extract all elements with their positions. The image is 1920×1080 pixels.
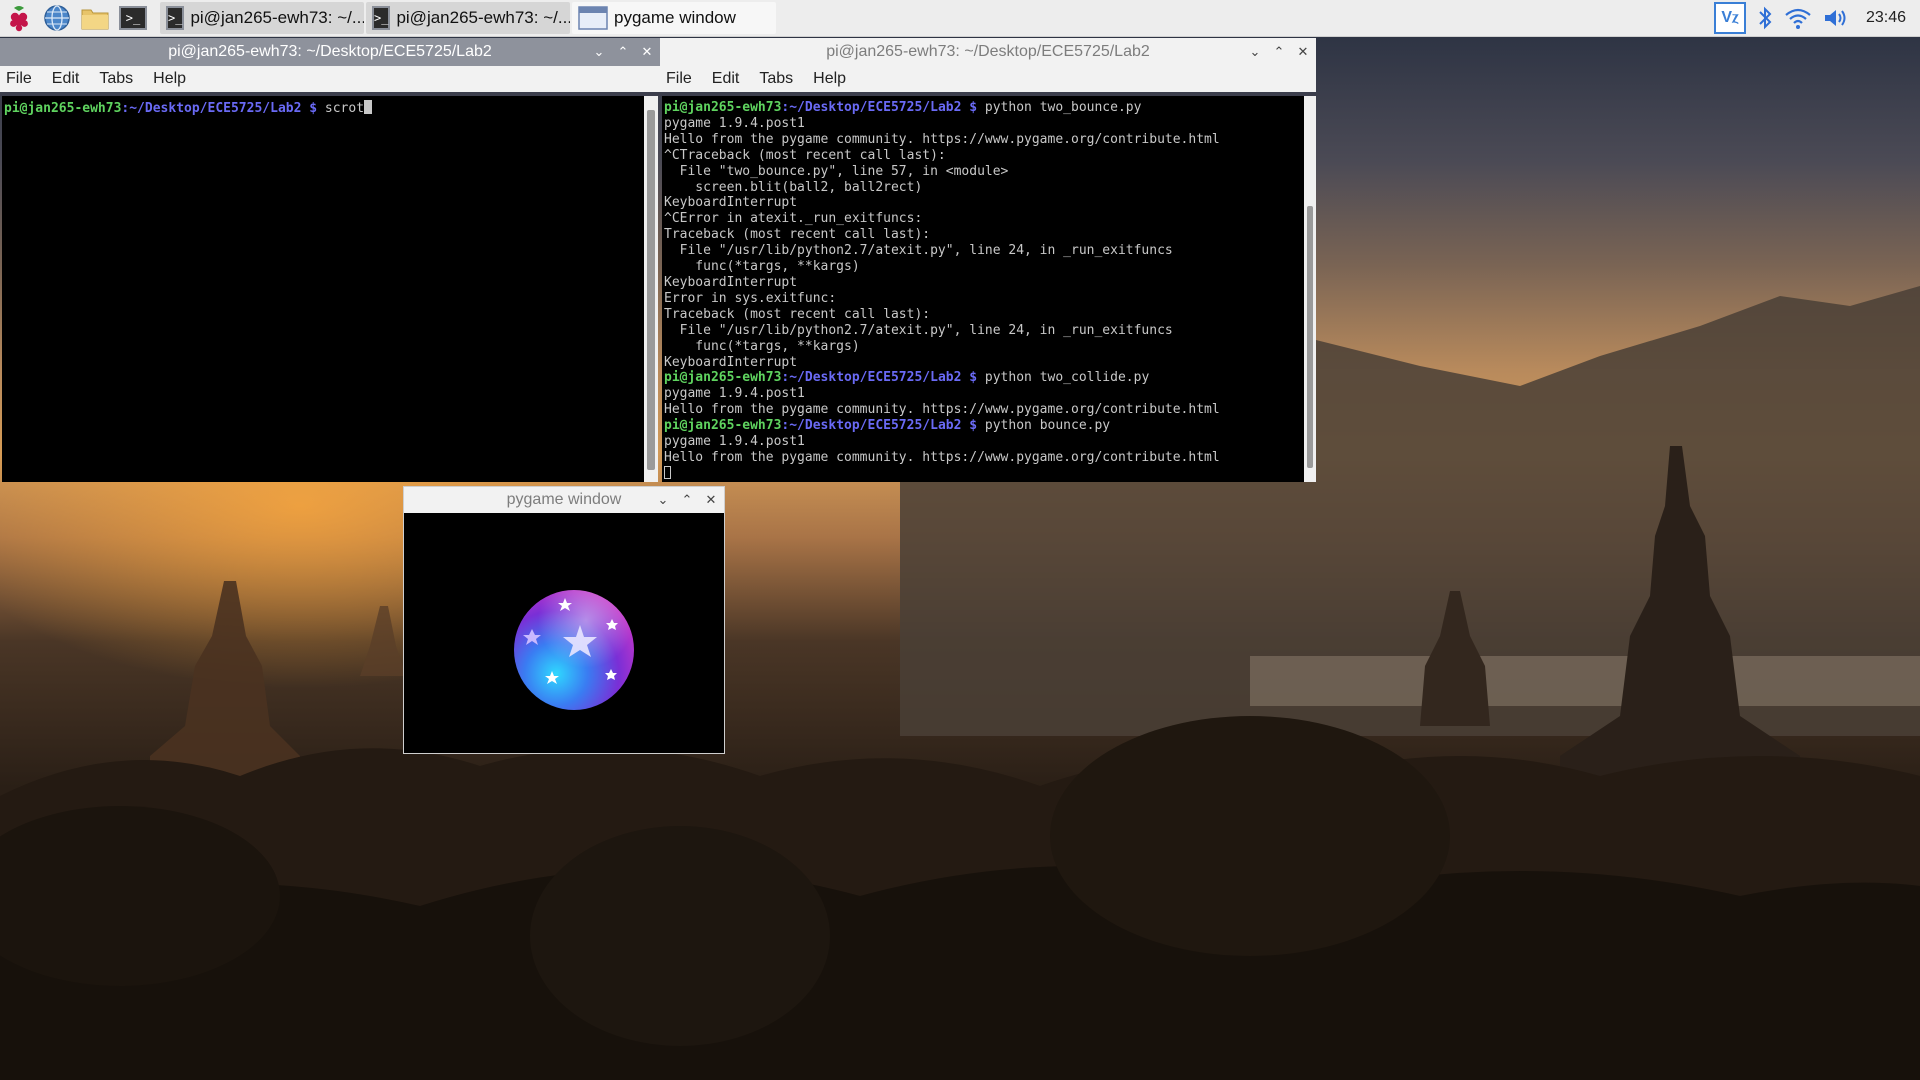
terminal-icon: >_ [119, 6, 147, 30]
scroll-thumb[interactable] [647, 110, 655, 470]
close-button[interactable]: ✕ [640, 44, 654, 59]
window-icon [578, 6, 608, 30]
text-cursor [664, 465, 671, 479]
vnc-icon: Vⲍ [1721, 9, 1739, 26]
minimize-button[interactable]: ⌄ [656, 492, 670, 507]
prompt-user: pi@jan265-ewh73 [664, 370, 782, 386]
prompt-path: :~/Desktop/ECE5725/Lab2 $ [781, 418, 985, 434]
terminal-icon: >_ [166, 6, 185, 30]
window-titlebar[interactable]: pi@jan265-ewh73: ~/Desktop/ECE5725/Lab2 … [0, 38, 660, 66]
prompt-path: :~/Desktop/ECE5725/Lab2 $ [781, 370, 985, 386]
terminal-output-line: KeyboardInterrupt [664, 354, 798, 370]
terminal-output-line: Hello from the pygame community. https:/… [664, 131, 1220, 147]
folder-icon [81, 9, 109, 30]
prompt-path: :~/Desktop/ECE5725/Lab2 $ [781, 100, 985, 115]
raspberry-icon [10, 6, 28, 32]
terminal-prompt-line: pi@jan265-ewh73:~/Desktop/ECE5725/Lab2 $… [664, 100, 1302, 116]
pygame-canvas[interactable] [404, 513, 724, 753]
terminal-output-line: pygame 1.9.4.post1 [664, 115, 805, 131]
menu-tabs[interactable]: Tabs [99, 70, 133, 88]
menubar: File Edit Tabs Help [660, 66, 1316, 92]
task-label: pygame window [614, 8, 736, 27]
terminal-output-line: File "/usr/lib/python2.7/atexit.py", lin… [664, 243, 1173, 259]
terminal-output-line: File "two_bounce.py", line 57, in <modul… [664, 163, 1009, 179]
close-button[interactable]: ✕ [1296, 44, 1310, 59]
maximize-button[interactable]: ⌃ [680, 492, 694, 507]
web-browser-launcher[interactable] [38, 0, 76, 36]
command-text: python bounce.py [984, 418, 1111, 434]
menubar: File Edit Tabs Help [0, 66, 660, 92]
task-label: pi@jan265-ewh73: ~/... [190, 8, 364, 27]
terminal-launcher[interactable]: >_ [114, 0, 152, 36]
maximize-button[interactable]: ⌃ [1272, 44, 1286, 59]
task-label: pi@jan265-ewh73: ~/... [396, 8, 570, 27]
terminal-output-line: func(*targs, **kargs) [664, 259, 860, 275]
window-titlebar[interactable]: pygame window ⌄ ⌃ ✕ [404, 487, 724, 513]
menu-file[interactable]: File [6, 70, 32, 88]
terminal-prompt-line: pi@jan265-ewh73:~/Desktop/ECE5725/Lab2 $… [664, 370, 1302, 386]
terminal-output-line: ^CError in atexit._run_exitfuncs: [664, 211, 923, 227]
window-title: pygame window [506, 491, 622, 508]
terminal-output-line: Traceback (most recent call last): [664, 306, 931, 322]
raspberry-menu-button[interactable] [0, 0, 38, 36]
system-tray: Vⲍ 23:46 [1713, 0, 1920, 36]
taskbar: >_ >_ pi@jan265-ewh73: ~/... >_ pi@jan26… [0, 0, 1920, 37]
menu-help[interactable]: Help [153, 70, 186, 88]
vnc-tray-button[interactable]: Vⲍ [1713, 2, 1746, 34]
command-text: scrot [324, 101, 365, 116]
menu-edit[interactable]: Edit [52, 70, 80, 88]
scrollbar[interactable] [644, 96, 658, 482]
globe-icon [44, 5, 70, 31]
terminal-output-line: Traceback (most recent call last): [664, 227, 931, 243]
bluetooth-icon[interactable] [1756, 4, 1774, 32]
close-button[interactable]: ✕ [704, 492, 718, 507]
command-text: python two_collide.py [984, 370, 1150, 386]
window-title: pi@jan265-ewh73: ~/Desktop/ECE5725/Lab2 [168, 43, 492, 60]
menu-tabs[interactable]: Tabs [759, 70, 793, 88]
taskbar-task-terminal-1[interactable]: >_ pi@jan265-ewh73: ~/... [160, 2, 364, 34]
terminal-window-right: pi@jan265-ewh73: ~/Desktop/ECE5725/Lab2 … [660, 38, 1316, 484]
wifi-icon[interactable] [1784, 6, 1812, 30]
menu-edit[interactable]: Edit [712, 70, 740, 88]
scrollbar[interactable] [1304, 96, 1316, 482]
terminal-output[interactable]: pi@jan265-ewh73:~/Desktop/ECE5725/Lab2 $… [662, 96, 1304, 482]
scroll-thumb[interactable] [1307, 206, 1313, 468]
terminal-cursor-line [664, 465, 1302, 482]
menu-help[interactable]: Help [813, 70, 846, 88]
taskbar-task-terminal-2[interactable]: >_ pi@jan265-ewh73: ~/... [366, 2, 570, 34]
maximize-button[interactable]: ⌃ [616, 44, 630, 59]
prompt-user: pi@jan265-ewh73 [4, 101, 122, 116]
terminal-output-line: func(*targs, **kargs) [664, 338, 860, 354]
terminal-output-line: Error in sys.exitfunc: [664, 290, 837, 306]
minimize-button[interactable]: ⌄ [1248, 44, 1262, 59]
command-text: python two_bounce.py [984, 100, 1142, 115]
prompt-path: :~/Desktop/ECE5725/Lab2 $ [121, 101, 325, 116]
terminal-output-line: pygame 1.9.4.post1 [664, 434, 805, 450]
minimize-button[interactable]: ⌄ [592, 44, 606, 59]
clock[interactable]: 23:46 [1866, 9, 1906, 27]
terminal-window-left: pi@jan265-ewh73: ~/Desktop/ECE5725/Lab2 … [0, 38, 660, 484]
terminal-output-line: ^CTraceback (most recent call last): [664, 147, 946, 163]
volume-icon[interactable] [1822, 6, 1850, 30]
terminal-icon: >_ [372, 6, 391, 30]
terminal-output-line: KeyboardInterrupt [664, 274, 798, 290]
taskbar-task-pygame[interactable]: pygame window [572, 2, 776, 34]
ball-sprite [514, 590, 634, 710]
window-titlebar[interactable]: pi@jan265-ewh73: ~/Desktop/ECE5725/Lab2 … [660, 38, 1316, 66]
text-cursor [364, 100, 373, 114]
terminal-output[interactable]: pi@jan265-ewh73:~/Desktop/ECE5725/Lab2 $… [2, 96, 644, 482]
terminal-output-line: Hello from the pygame community. https:/… [664, 402, 1220, 418]
pygame-window: pygame window ⌄ ⌃ ✕ [403, 486, 725, 754]
terminal-output-line: pygame 1.9.4.post1 [664, 386, 805, 402]
file-manager-launcher[interactable] [76, 0, 114, 36]
prompt-user: pi@jan265-ewh73 [664, 418, 782, 434]
terminal-prompt-line: pi@jan265-ewh73:~/Desktop/ECE5725/Lab2 $… [664, 418, 1302, 434]
terminal-output-line: Hello from the pygame community. https:/… [664, 449, 1220, 465]
terminal-output-line: screen.blit(ball2, ball2rect) [664, 179, 923, 195]
window-title: pi@jan265-ewh73: ~/Desktop/ECE5725/Lab2 [826, 43, 1150, 60]
prompt-user: pi@jan265-ewh73 [664, 100, 782, 115]
terminal-output-line: KeyboardInterrupt [664, 195, 798, 211]
menu-file[interactable]: File [666, 70, 692, 88]
terminal-output-line: File "/usr/lib/python2.7/atexit.py", lin… [664, 322, 1173, 338]
